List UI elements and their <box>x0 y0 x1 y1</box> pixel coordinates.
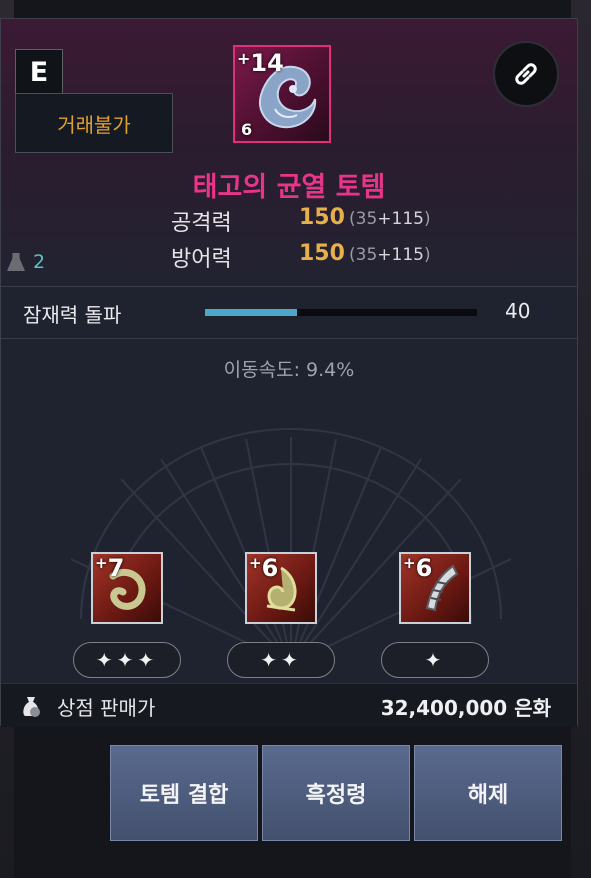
stat-value: 150 <box>299 205 345 230</box>
potential-progress-fill <box>205 309 298 316</box>
stat-row-defense: 방어력 150 (35+115) <box>171 241 471 273</box>
movement-speed-effect: 이동속도: 9.4% <box>223 359 355 381</box>
potential-label: 잠재력 돌파 <box>23 303 122 327</box>
money-bag-icon <box>23 697 40 717</box>
item-name: 태고의 균열 토템 <box>192 172 386 203</box>
slot-enhance-level: +6 <box>403 554 433 582</box>
totem-item-icon[interactable]: +14 6 <box>233 45 331 143</box>
shop-price-label: 상점 판매가 <box>57 696 156 720</box>
link-button[interactable] <box>493 41 559 107</box>
totem-combine-button[interactable]: 토템 결합 <box>110 745 258 841</box>
item-weight: 2 <box>7 251 45 273</box>
slot-gem-icon[interactable]: +6 <box>245 552 317 624</box>
totem-slot-3[interactable]: +6 ✦ <box>381 542 489 692</box>
stat-row-attack: 공격력 150 (35+115) <box>171 205 471 237</box>
slot-star-rating: ✦✦ <box>227 642 335 678</box>
item-header: E 거래불가 +14 6 태고의 균열 토템 공격력 150 (35+115) … <box>1 19 577 287</box>
stat-value: 150 <box>299 241 345 266</box>
slot-enhance-level: +7 <box>95 554 125 582</box>
potential-breakthrough: 잠재력 돌파 40 <box>1 287 577 339</box>
slot-star-rating: ✦ <box>381 642 489 678</box>
stat-detail: (35+115) <box>349 245 431 265</box>
grade-badge: E <box>15 49 63 95</box>
slot-enhance-level: +6 <box>249 554 279 582</box>
weight-value: 2 <box>33 251 46 273</box>
black-spirit-button[interactable]: 흑정령 <box>262 745 410 841</box>
stat-label: 공격력 <box>171 211 232 236</box>
shop-price-value: 32,400,000 은화 <box>380 696 551 720</box>
totem-slot-2[interactable]: +6 ✦✦ <box>227 542 335 692</box>
trade-status-badge: 거래불가 <box>15 93 173 153</box>
potential-progress-track <box>205 309 477 316</box>
item-level: 6 <box>241 120 253 139</box>
totem-slot-1[interactable]: +7 ✦✦✦ <box>73 542 181 692</box>
release-button[interactable]: 해제 <box>414 745 562 841</box>
stat-detail: (35+115) <box>349 209 431 229</box>
shop-sell-price: 상점 판매가 32,400,000 은화 <box>1 683 577 727</box>
potential-value: 40 <box>505 299 531 323</box>
weight-icon <box>7 253 25 271</box>
slot-gem-icon[interactable]: +7 <box>91 552 163 624</box>
item-enhance-level: +14 <box>237 49 284 77</box>
slot-gem-icon[interactable]: +6 <box>399 552 471 624</box>
slot-star-rating: ✦✦✦ <box>73 642 181 678</box>
item-tooltip-panel: E 거래불가 +14 6 태고의 균열 토템 공격력 150 (35+115) … <box>0 18 578 727</box>
link-icon <box>515 63 537 85</box>
stat-label: 방어력 <box>171 247 232 272</box>
